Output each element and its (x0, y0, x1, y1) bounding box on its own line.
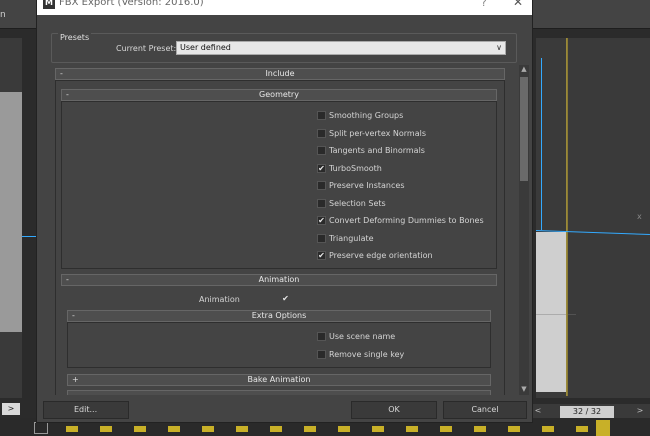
animation-checkbox[interactable]: ✔ (281, 295, 290, 304)
geometry-rollout-label: Geometry (259, 90, 299, 99)
animation-collapse-icon: - (66, 275, 69, 284)
viewport-axis-vertical (541, 58, 542, 230)
prev-frame-button[interactable]: < (532, 405, 544, 417)
bake-animation-rollout-label: Bake Animation (247, 375, 311, 384)
key-filter-icon[interactable] (34, 422, 48, 434)
cancel-button[interactable]: Cancel (443, 401, 527, 419)
scroll-down-icon[interactable]: ▼ (519, 385, 529, 395)
key-marker[interactable] (134, 426, 146, 432)
viewport-axis-x-label: x (637, 212, 642, 221)
geometry-checkbox[interactable] (317, 146, 326, 155)
geometry-option-label: Triangulate (329, 233, 374, 243)
key-marker[interactable] (474, 426, 486, 432)
current-preset-dropdown[interactable]: User defined ∨ (176, 41, 506, 55)
geometry-checkbox[interactable]: ✔ (317, 216, 326, 225)
geometry-option-label: Selection Sets (329, 198, 386, 208)
nav-right-button[interactable]: > (2, 403, 20, 415)
edit-button[interactable]: Edit... (43, 401, 129, 419)
current-preset-value: User defined (180, 43, 231, 52)
geometry-checkbox[interactable] (317, 128, 326, 138)
geometry-option-label: Preserve edge orientation (329, 251, 433, 260)
include-rollout-header[interactable]: - Include (55, 68, 505, 80)
include-collapse-icon: - (60, 69, 63, 78)
key-marker[interactable] (372, 426, 384, 432)
geometry-rollout-header[interactable]: - Geometry (61, 89, 497, 101)
geometry-checkbox[interactable] (317, 181, 326, 190)
options-scroll-area[interactable]: - Include - Geometry Smoothing Groups Spl… (51, 65, 519, 395)
next-rollout-header-partial[interactable] (67, 390, 491, 395)
geometry-checkbox[interactable] (317, 198, 326, 208)
geometry-option-label: Split per-vertex Normals (329, 128, 426, 138)
scroll-thumb[interactable] (520, 77, 528, 181)
geometry-checkbox[interactable] (317, 111, 326, 120)
key-marker[interactable] (202, 426, 214, 432)
key-marker[interactable] (542, 426, 554, 432)
extra-options-panel (67, 322, 491, 368)
geometry-collapse-icon: - (66, 90, 69, 99)
geometry-option-label: TurboSmooth (329, 163, 382, 173)
animation-rollout-header[interactable]: - Animation (61, 274, 497, 286)
key-marker[interactable] (100, 426, 112, 432)
geometry-checkbox[interactable]: ✔ (317, 163, 326, 173)
geometry-option-label: Smoothing Groups (329, 111, 404, 120)
key-marker[interactable] (168, 426, 180, 432)
options-scrollbar[interactable]: ▲ ▼ (519, 65, 529, 395)
key-marker[interactable] (406, 426, 418, 432)
max-app-icon: M (43, 0, 55, 9)
ok-button[interactable]: OK (351, 401, 437, 419)
key-marker[interactable] (508, 426, 520, 432)
key-marker[interactable] (66, 426, 78, 432)
extra-options-rollout-header[interactable]: - Extra Options (67, 310, 491, 322)
animation-checkbox-label: Animation (199, 295, 240, 304)
menu-fragment[interactable]: n (0, 10, 6, 20)
key-marker[interactable] (338, 426, 350, 432)
extra-options-option-label: Use scene name (329, 332, 396, 341)
scroll-up-icon[interactable]: ▲ (519, 65, 529, 75)
help-button[interactable]: ? (481, 0, 487, 9)
key-marker[interactable] (440, 426, 452, 432)
extra-options-rollout-label: Extra Options (251, 311, 307, 320)
frame-counter[interactable]: 32 / 32 (560, 406, 614, 418)
include-rollout-label: Include (265, 69, 295, 78)
set-key-icon[interactable] (596, 420, 610, 436)
key-marker[interactable] (270, 426, 282, 432)
geometry-option-label: Convert Deforming Dummies to Bones (329, 216, 484, 225)
presets-group: Presets Current Preset: User defined ∨ (51, 33, 517, 63)
extra-options-checkbox[interactable] (317, 349, 326, 359)
left-viewport-axis (22, 236, 36, 237)
chevron-down-icon: ∨ (496, 43, 502, 52)
extra-options-checkbox[interactable] (317, 332, 326, 341)
extra-options-option-label: Remove single key (329, 349, 405, 359)
current-preset-label: Current Preset: (116, 44, 177, 53)
extra-options-collapse-icon: - (72, 311, 75, 320)
dialog-title: FBX Export (Version: 2016.0) (59, 0, 204, 8)
close-icon[interactable]: ✕ (513, 0, 523, 9)
geometry-option-label: Preserve Instances (329, 181, 405, 190)
geometry-option-label: Tangents and Binormals (329, 146, 425, 155)
bake-animation-rollout-header[interactable]: + Bake Animation (67, 374, 491, 386)
fbx-export-dialog: M FBX Export (Version: 2016.0) ? ✕ Prese… (36, 0, 533, 423)
next-frame-button[interactable]: > (634, 405, 646, 417)
dialog-titlebar[interactable]: M FBX Export (Version: 2016.0) ? ✕ (37, 0, 532, 15)
key-marker[interactable] (236, 426, 248, 432)
key-marker[interactable] (304, 426, 316, 432)
geometry-panel (61, 101, 497, 269)
presets-legend: Presets (58, 33, 92, 42)
animation-rollout-label: Animation (258, 275, 300, 284)
bake-animation-expand-icon: + (72, 375, 79, 384)
left-viewport-gray (0, 92, 22, 332)
geometry-checkbox[interactable] (317, 233, 326, 243)
geometry-checkbox[interactable]: ✔ (317, 251, 326, 260)
key-marker[interactable] (576, 426, 588, 432)
